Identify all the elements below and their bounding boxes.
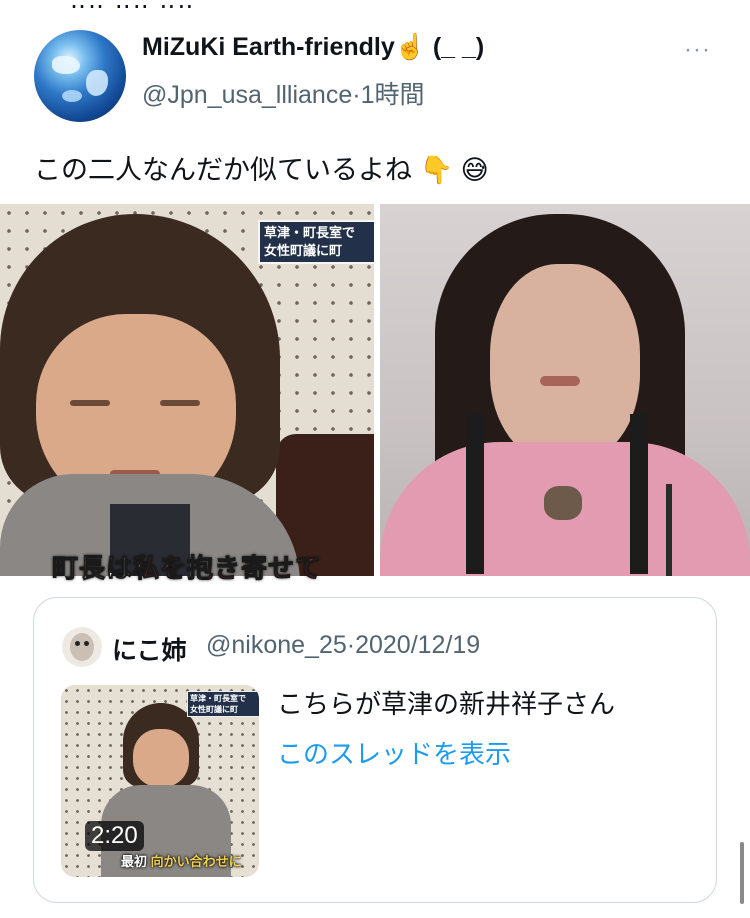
quoted-date[interactable]: 2020/12/19 — [355, 631, 480, 659]
scrollbar[interactable] — [740, 842, 744, 904]
tweet-text: この二人なんだか似ているよね 👇 😅 — [34, 155, 489, 185]
news-tag: 草津・町長室で 女性町議に町 — [258, 220, 374, 264]
quoted-tweet-text: こちらが草津の新井祥子さん — [277, 689, 616, 719]
video-duration-badge: 2:20 — [85, 821, 144, 851]
video-news-tag: 草津・町長室で 女性町議に町 — [187, 691, 259, 717]
author-avatar[interactable] — [34, 30, 126, 122]
tweet-time[interactable]: 1時間 — [361, 81, 425, 109]
video-caption: 最初 向かい合わせに — [121, 854, 242, 869]
tweet-photo-left[interactable]: 草津・町長室で 女性町議に町 — [0, 204, 374, 576]
author-handle[interactable]: @Jpn_usa_llliance — [142, 81, 352, 109]
show-thread-link[interactable]: このスレッドを表示 — [277, 734, 511, 771]
author-name[interactable]: MiZuKi Earth-friendly☝️ (_ _) — [142, 33, 484, 62]
quoted-video-thumbnail[interactable]: 草津・町長室で 女性町議に町 最初 向かい合わせに 2:20 — [61, 685, 259, 877]
quoted-meta: @nikone_25·2020/12/19 — [206, 631, 480, 660]
photo-caption: 町長は私を抱き寄せて — [51, 553, 323, 584]
previous-tweet-clipped-text: ‥‥ ‥‥ ‥‥ — [70, 0, 196, 14]
tweet-photo-right[interactable] — [380, 204, 750, 576]
meta-separator: · — [352, 81, 361, 109]
more-options-icon[interactable]: ··· — [684, 36, 711, 64]
author-handle-line: @Jpn_usa_llliance·1時間 — [142, 75, 424, 111]
quoted-author-avatar[interactable] — [62, 627, 102, 667]
quoted-separator: · — [346, 631, 356, 659]
quoted-handle[interactable]: @nikone_25 — [206, 631, 347, 659]
quoted-author-name[interactable]: にこ姉 — [112, 631, 187, 667]
